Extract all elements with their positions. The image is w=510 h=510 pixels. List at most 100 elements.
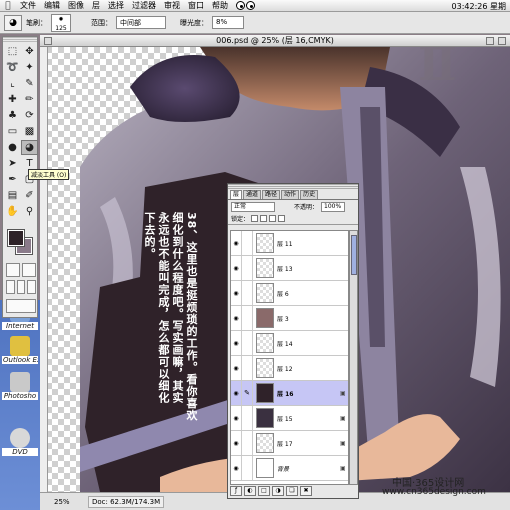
layer-row[interactable]: ◉ 背景 ▣: [231, 456, 348, 481]
eye-icon[interactable]: ◉: [231, 306, 242, 330]
foreground-color-swatch[interactable]: [7, 229, 25, 247]
menu-view[interactable]: 审视: [160, 0, 184, 11]
eye-icon[interactable]: ◉: [231, 381, 242, 405]
tab-actions[interactable]: 动作: [281, 190, 300, 199]
lock-all-checkbox[interactable]: [278, 215, 286, 222]
eye-icon[interactable]: ◉: [231, 331, 242, 355]
eye-icon[interactable]: ◉: [231, 281, 242, 305]
doc-size-info[interactable]: Doc: 62.3M/174.3M: [88, 495, 165, 508]
dodge-tool-preset-icon[interactable]: ◕: [4, 14, 22, 31]
eye-icon[interactable]: ◉: [231, 456, 242, 480]
layer-row[interactable]: ◉ 层 17 ▣: [231, 431, 348, 456]
collapse-window-button[interactable]: [498, 37, 506, 45]
eraser-tool-icon[interactable]: ▭: [4, 124, 21, 139]
document-title-bar[interactable]: 006.psd @ 25% (层 16,CMYK): [40, 35, 510, 47]
range-select[interactable]: 中间部: [116, 16, 166, 29]
desktop-icon-outlook[interactable]: Outlook Ex: [2, 336, 38, 364]
menu-bar:  文件 编辑 图像 层 选择 过滤器 审视 窗口 帮助 03:42:26 星期: [0, 0, 510, 12]
pen-tool-icon[interactable]: ✒: [4, 172, 21, 187]
link-slot[interactable]: [242, 356, 253, 380]
lock-transparency-checkbox[interactable]: [251, 215, 259, 222]
layer-row[interactable]: ◉ 层 14: [231, 331, 348, 356]
healing-brush-tool-icon[interactable]: ✚: [4, 92, 21, 107]
tab-layers[interactable]: 层: [230, 190, 243, 199]
opacity-field[interactable]: 100%: [321, 201, 346, 212]
tab-channels[interactable]: 通道: [243, 190, 262, 199]
move-tool-icon[interactable]: ✥: [21, 44, 38, 59]
apple-icon[interactable]: : [0, 1, 16, 11]
scroll-thumb[interactable]: [351, 235, 357, 275]
layer-row[interactable]: ◉ 层 15 ▣: [231, 406, 348, 431]
link-slot[interactable]: [242, 456, 253, 480]
gradient-tool-icon[interactable]: ▩: [21, 124, 38, 139]
zoom-level[interactable]: 25%: [54, 498, 82, 506]
link-slot[interactable]: [242, 281, 253, 305]
menu-edit[interactable]: 编辑: [40, 0, 64, 11]
menu-window[interactable]: 窗口: [184, 0, 208, 11]
slice-tool-icon[interactable]: ✎: [21, 76, 38, 91]
blur-tool-icon[interactable]: ●: [4, 140, 21, 155]
quick-mask-button[interactable]: [22, 263, 36, 277]
layer-row[interactable]: ◉ 层 3: [231, 306, 348, 331]
new-layer-button[interactable]: ❏: [286, 486, 298, 496]
layer-row-selected[interactable]: ◉ ✎ 层 16 ▣: [231, 381, 348, 406]
magic-wand-tool-icon[interactable]: ✦: [21, 60, 38, 75]
lasso-tool-icon[interactable]: ➰: [4, 60, 21, 75]
brush-picker[interactable]: ✹ 125: [51, 13, 71, 32]
link-slot[interactable]: [242, 331, 253, 355]
menu-select[interactable]: 选择: [104, 0, 128, 11]
menu-help[interactable]: 帮助: [208, 0, 232, 11]
history-brush-tool-icon[interactable]: ⟳: [21, 108, 38, 123]
layer-row[interactable]: ◉ 层 13: [231, 256, 348, 281]
link-slot[interactable]: [242, 231, 253, 255]
eyedropper-tool-icon[interactable]: ✐: [21, 188, 38, 203]
exposure-field[interactable]: 8%: [212, 16, 244, 29]
screen-mode-standard-button[interactable]: [6, 280, 15, 294]
screen-mode-black-button[interactable]: [27, 280, 37, 294]
imageready-button[interactable]: [6, 299, 36, 313]
hand-tool-icon[interactable]: ✋: [4, 204, 21, 219]
close-window-button[interactable]: [44, 37, 52, 45]
layer-row[interactable]: ◉ 层 6: [231, 281, 348, 306]
menu-file[interactable]: 文件: [16, 0, 40, 11]
marquee-tool-icon[interactable]: ⬚: [4, 44, 21, 59]
dodge-tool-icon[interactable]: ◕: [21, 140, 38, 155]
standard-mode-button[interactable]: [6, 263, 20, 277]
menu-image[interactable]: 图像: [64, 0, 88, 11]
eye-icon[interactable]: ◉: [231, 406, 242, 430]
zoom-tool-icon[interactable]: ⚲: [21, 204, 38, 219]
desktop-icon-photoshop[interactable]: Photosho: [2, 372, 38, 400]
eye-icon[interactable]: ◉: [231, 431, 242, 455]
new-set-button[interactable]: □: [258, 486, 270, 496]
link-slot[interactable]: [242, 256, 253, 280]
screen-mode-full-button[interactable]: [16, 280, 26, 294]
tab-history[interactable]: 历史: [300, 190, 319, 199]
trash-icon[interactable]: ✖: [300, 486, 312, 496]
lock-position-checkbox[interactable]: [269, 215, 277, 222]
zoom-window-button[interactable]: [486, 37, 494, 45]
link-slot[interactable]: [242, 406, 253, 430]
path-select-tool-icon[interactable]: ➤: [4, 156, 21, 171]
eye-icon[interactable]: ◉: [231, 231, 242, 255]
link-slot[interactable]: [242, 431, 253, 455]
layer-style-button[interactable]: ƒ: [230, 486, 242, 496]
layers-scrollbar[interactable]: [349, 230, 358, 485]
link-slot[interactable]: [242, 306, 253, 330]
layer-row[interactable]: ◉ 层 12: [231, 356, 348, 381]
adjustment-layer-button[interactable]: ◑: [272, 486, 284, 496]
brush-tool-icon[interactable]: ✏: [21, 92, 38, 107]
tab-paths[interactable]: 路径: [262, 190, 281, 199]
brush-icon[interactable]: ✎: [242, 381, 253, 405]
desktop-icon-dvd[interactable]: DVD: [2, 428, 38, 456]
menu-layer[interactable]: 层: [88, 0, 104, 11]
eye-icon[interactable]: ◉: [231, 256, 242, 280]
lock-image-checkbox[interactable]: [260, 215, 268, 222]
layer-row[interactable]: ◉ 层 11: [231, 231, 348, 256]
notes-tool-icon[interactable]: ▤: [4, 188, 21, 203]
menu-filter[interactable]: 过滤器: [128, 0, 160, 11]
clone-stamp-tool-icon[interactable]: ♣: [4, 108, 21, 123]
blend-mode-select[interactable]: 正常: [231, 201, 275, 212]
add-mask-button[interactable]: ◐: [244, 486, 256, 496]
eye-icon[interactable]: ◉: [231, 356, 242, 380]
crop-tool-icon[interactable]: ⌞: [4, 76, 21, 91]
